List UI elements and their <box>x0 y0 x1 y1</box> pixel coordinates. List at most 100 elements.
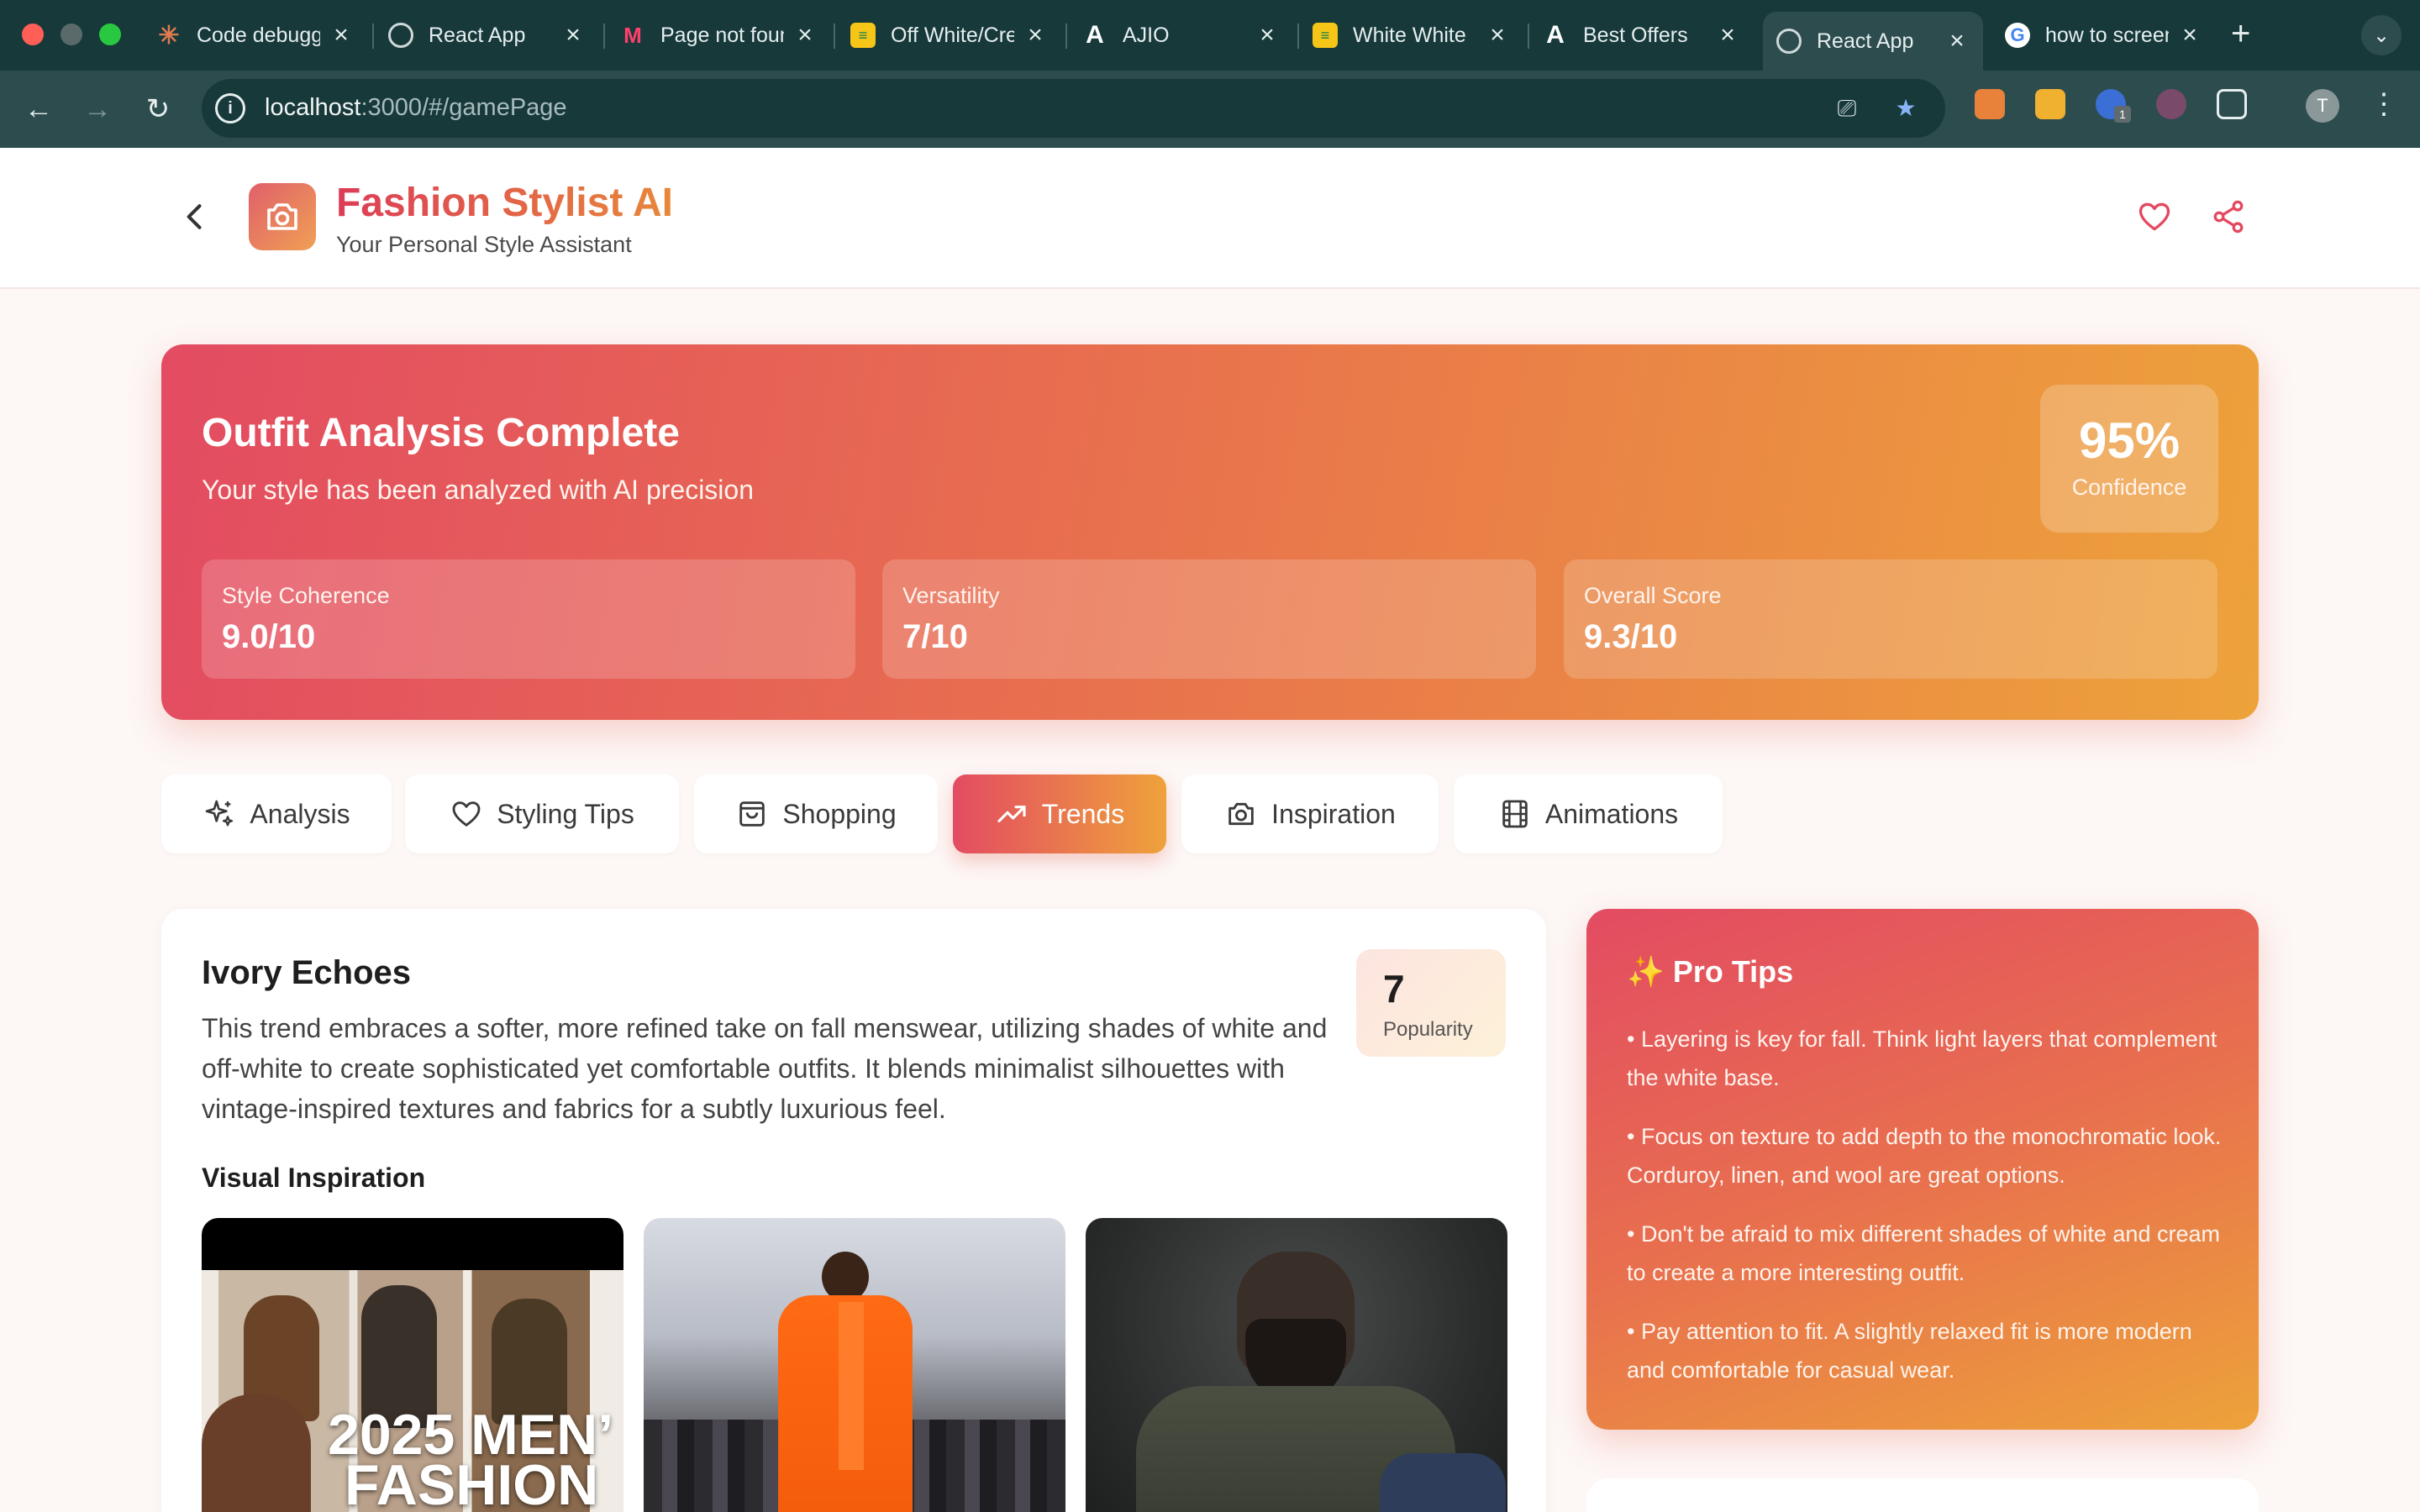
tab-separator <box>1528 24 1529 49</box>
inspiration-image-runway[interactable] <box>644 1218 1065 1512</box>
tab-analysis[interactable]: Analysis <box>161 774 392 853</box>
tab-label: Shopping <box>782 798 897 829</box>
bookmark-star-icon[interactable]: ★ <box>1891 93 1921 123</box>
forward-arrow-icon[interactable]: → <box>77 89 118 129</box>
site-info-icon[interactable]: i <box>215 93 245 123</box>
profile-avatar[interactable]: T <box>2306 89 2339 123</box>
metamask-extension-icon[interactable] <box>1975 89 2005 119</box>
metric-value: 7/10 <box>902 618 968 655</box>
analysis-subtitle: Your style has been analyzed with AI pre… <box>202 475 754 505</box>
metric-versatility: Versatility 7/10 <box>882 559 1536 679</box>
tab-search-button[interactable]: ⌄ <box>2361 15 2402 55</box>
tab-separator <box>372 24 374 49</box>
claude-icon: ✳ <box>158 21 180 50</box>
pro-tips-title: ✨ Pro Tips <box>1627 954 1794 989</box>
tab-label: Inspiration <box>1271 798 1396 829</box>
tab-label: Trends <box>1041 798 1125 829</box>
trend-name: Ivory Echoes <box>202 954 412 991</box>
share-icon[interactable] <box>2210 198 2247 235</box>
browser-menu-icon[interactable]: ⋮ <box>2370 87 2398 121</box>
metric-value: 9.3/10 <box>1584 618 1678 655</box>
ajio-icon: A <box>1086 21 1104 49</box>
browser-tab-9[interactable]: G how to screenshot × <box>2005 12 2202 59</box>
close-tab-icon[interactable]: × <box>329 21 354 50</box>
tab-styling-tips[interactable]: Styling Tips <box>405 774 679 853</box>
collage-caption: 2025 MEN’ FASHION <box>328 1403 614 1512</box>
browser-tab-7[interactable]: A Best Offers × <box>1543 12 1740 59</box>
close-tab-icon[interactable]: × <box>1255 21 1280 50</box>
globe-icon <box>388 23 413 48</box>
heart-icon[interactable] <box>2136 198 2173 235</box>
popularity-badge: 7 Popularity <box>1356 949 1506 1057</box>
myntra-icon: M <box>623 22 642 48</box>
close-tab-icon[interactable]: × <box>1944 27 1970 55</box>
pro-tip-item: • Focus on texture to add depth to the m… <box>1627 1124 2222 1188</box>
collage-face <box>202 1394 311 1512</box>
confidence-value: 95% <box>2078 412 2181 469</box>
sparkles-icon <box>206 800 234 827</box>
close-window-button[interactable] <box>22 24 44 45</box>
inspiration-image-jacket[interactable] <box>1086 1218 1507 1512</box>
tab-separator <box>603 24 605 49</box>
tab-trends[interactable]: Trends <box>953 774 1166 853</box>
pro-tip-item: • Layering is key for fall. Think light … <box>1627 1026 2217 1090</box>
app-title: Fashion Stylist AI <box>336 181 673 225</box>
reload-icon[interactable]: ↻ <box>138 89 178 129</box>
ajio-icon: A <box>1546 21 1565 49</box>
browser-tab-active[interactable]: React App × <box>1763 12 1983 71</box>
browser-tab-5[interactable]: A AJIO × <box>1082 12 1280 59</box>
visual-inspiration-heading: Visual Inspiration <box>202 1163 426 1193</box>
inspiration-image-collage[interactable]: 2025 MEN’ FASHION <box>202 1218 623 1512</box>
back-arrow-icon[interactable]: ← <box>18 89 59 129</box>
maximize-window-button[interactable] <box>99 24 121 45</box>
trend-card: Ivory Echoes This trend embraces a softe… <box>161 909 1546 1512</box>
browser-tab-4[interactable]: ≡ Off White/Cream × <box>850 12 1048 59</box>
extension-icon[interactable] <box>2156 89 2186 119</box>
tab-separator <box>1065 24 1067 49</box>
tab-animations[interactable]: Animations <box>1454 774 1723 853</box>
camera-logo-icon <box>249 183 316 250</box>
film-icon <box>1502 800 1528 828</box>
camera-icon <box>1228 802 1254 826</box>
close-tab-icon[interactable]: × <box>792 21 818 50</box>
pro-tip-item: • Don't be afraid to mix different shade… <box>1627 1221 2220 1285</box>
close-tab-icon[interactable]: × <box>2177 21 2202 50</box>
globe-icon <box>1776 29 1802 54</box>
model-scarf <box>839 1302 864 1470</box>
puzzle-extensions-icon[interactable] <box>2217 89 2247 119</box>
secondary-card <box>1586 1478 2259 1512</box>
chevron-left-icon[interactable] <box>176 198 213 235</box>
browser-tab-2[interactable]: React App × <box>388 12 586 59</box>
metric-overall-score: Overall Score 9.3/10 <box>1564 559 2217 679</box>
browser-tab-1[interactable]: ✳ Code debugging × <box>156 12 354 59</box>
app-header: Fashion Stylist AI Your Personal Style A… <box>0 148 2420 289</box>
close-tab-icon[interactable]: × <box>1485 21 1510 50</box>
app-subtitle: Your Personal Style Assistant <box>336 232 632 257</box>
pro-tips-list: • Layering is key for fall. Think light … <box>1627 1020 2232 1410</box>
minimize-window-button[interactable] <box>60 24 82 45</box>
shopping-bag-icon <box>739 801 765 827</box>
extension-icon[interactable] <box>2035 89 2065 119</box>
tab-label: Analysis <box>250 798 350 829</box>
tab-shopping[interactable]: Shopping <box>694 774 938 853</box>
model-head <box>822 1252 869 1302</box>
sticky-note-icon: ≡ <box>850 23 876 48</box>
browser-tab-3[interactable]: M Page not found × <box>620 12 818 59</box>
trending-up-icon <box>997 806 1026 822</box>
tab-label: Animations <box>1544 798 1679 829</box>
close-tab-icon[interactable]: × <box>1715 21 1740 50</box>
confidence-badge: 95% Confidence <box>2040 385 2218 533</box>
metric-style-coherence: Style Coherence 9.0/10 <box>202 559 855 679</box>
address-bar[interactable]: i localhost:3000/#/gamePage ⎚ ★ <box>202 79 1945 138</box>
new-tab-button[interactable]: + <box>2231 15 2250 53</box>
extension-badge-icon[interactable]: 1 <box>2096 89 2131 123</box>
analysis-title: Outfit Analysis Complete <box>202 411 680 455</box>
extension-badge: 1 <box>2114 106 2131 123</box>
metric-value: 9.0/10 <box>222 618 316 655</box>
tab-inspiration[interactable]: Inspiration <box>1181 774 1439 853</box>
confidence-label: Confidence <box>2071 475 2187 500</box>
browser-tab-6[interactable]: ≡ White White × <box>1313 12 1510 59</box>
close-tab-icon[interactable]: × <box>1023 21 1048 50</box>
close-tab-icon[interactable]: × <box>560 21 586 50</box>
install-app-icon[interactable]: ⎚ <box>1832 93 1862 123</box>
